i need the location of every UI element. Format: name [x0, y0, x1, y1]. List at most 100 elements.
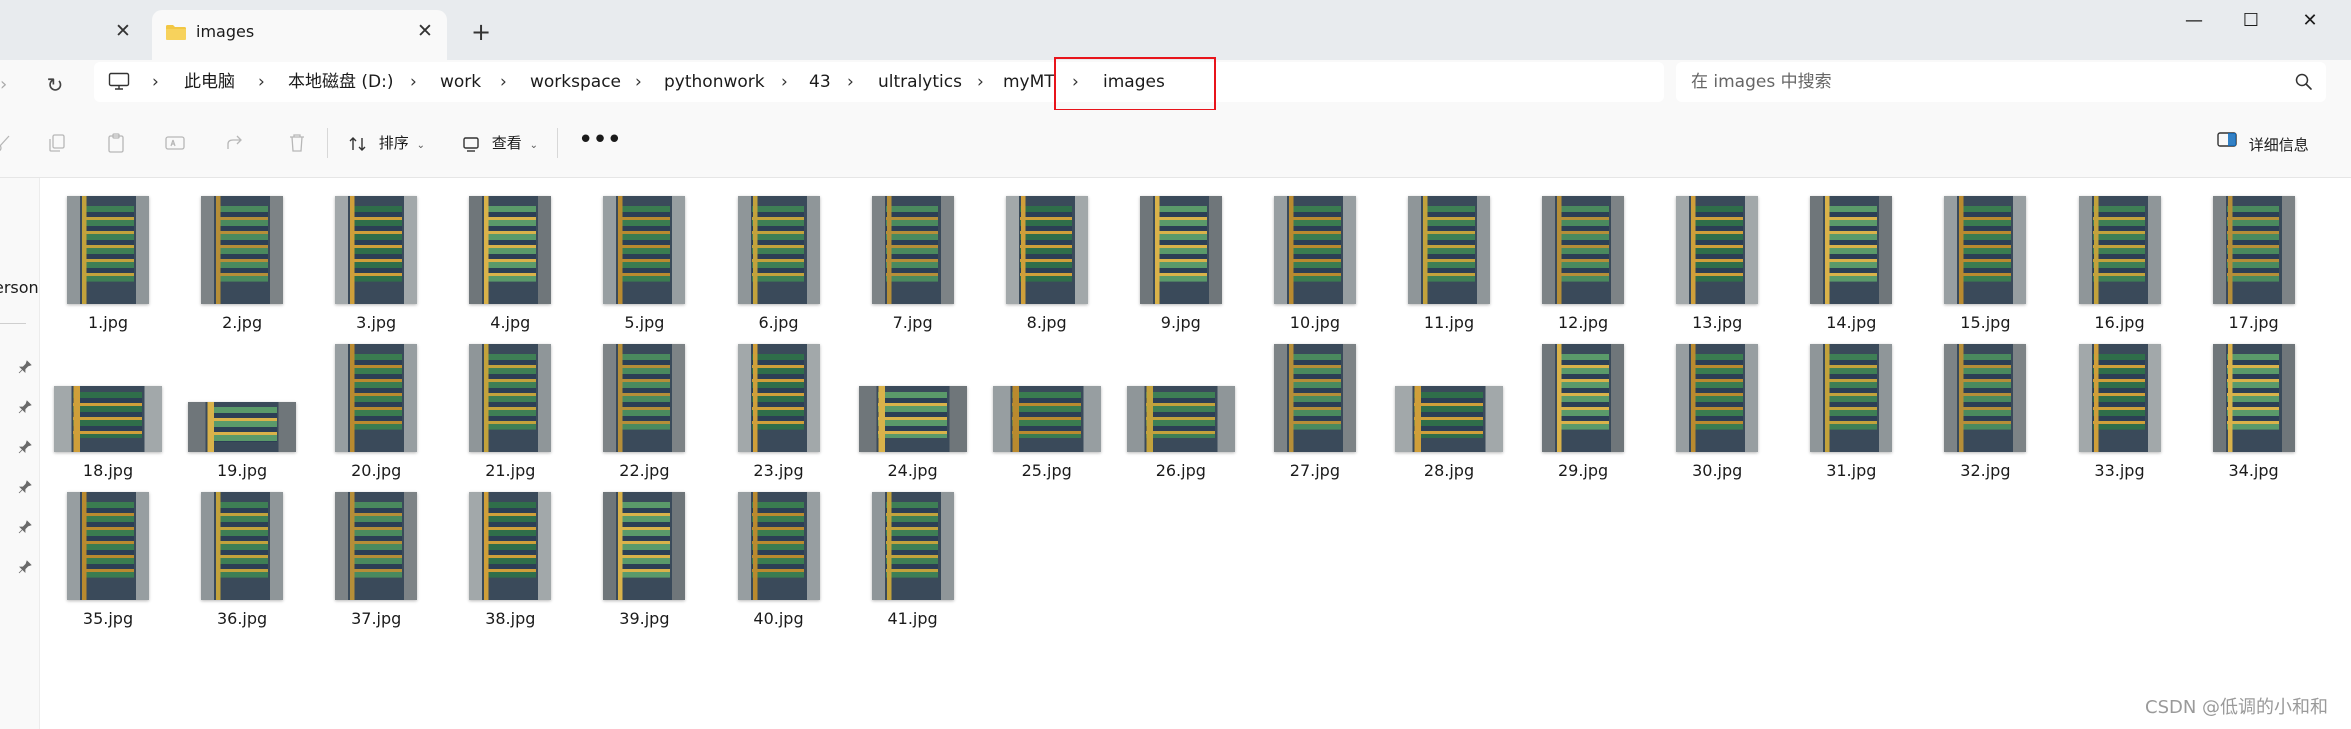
pin-icon[interactable]	[18, 360, 32, 374]
image-thumbnail[interactable]	[603, 492, 686, 600]
breadcrumb-work[interactable]: work	[440, 70, 481, 94]
image-thumbnail[interactable]	[1944, 196, 2027, 304]
image-thumbnail[interactable]	[603, 344, 686, 452]
image-thumbnail[interactable]	[1139, 196, 1222, 304]
address-bar[interactable]: › 此电脑 › 本地磁盘 (D:) › work › workspace › p…	[94, 62, 1664, 102]
file-item[interactable]: 14.jpg	[1784, 193, 1918, 338]
file-item[interactable]: 15.jpg	[1918, 193, 2052, 338]
file-item[interactable]: 20.jpg	[309, 341, 443, 486]
file-item[interactable]: 10.jpg	[1248, 193, 1382, 338]
image-thumbnail[interactable]	[2212, 196, 2295, 304]
chevron-right-icon[interactable]: ›	[410, 70, 417, 94]
new-tab-button[interactable]: +	[468, 19, 494, 45]
paste-icon[interactable]	[105, 132, 127, 154]
file-item[interactable]: 12.jpg	[1516, 193, 1650, 338]
image-thumbnail[interactable]	[1273, 196, 1356, 304]
file-item[interactable]: 41.jpg	[846, 489, 980, 634]
image-thumbnail[interactable]	[737, 196, 820, 304]
file-item[interactable]: 24.jpg	[846, 341, 980, 486]
file-item[interactable]: 38.jpg	[443, 489, 577, 634]
image-thumbnail[interactable]	[1542, 196, 1625, 304]
forward-button[interactable]: ›	[0, 74, 14, 96]
chevron-right-icon[interactable]: ›	[258, 70, 265, 94]
file-item[interactable]: 22.jpg	[577, 341, 711, 486]
search-input[interactable]: 在 images 中搜索	[1676, 62, 2326, 102]
pin-icon[interactable]	[18, 520, 32, 534]
chevron-right-icon[interactable]: ›	[500, 70, 507, 94]
image-thumbnail[interactable]	[737, 492, 820, 600]
details-button[interactable]: 详细信息	[2216, 130, 2309, 156]
file-item[interactable]: 19.jpg	[175, 341, 309, 486]
image-thumbnail[interactable]	[201, 196, 284, 304]
file-item[interactable]: 27.jpg	[1248, 341, 1382, 486]
pin-icon[interactable]	[18, 480, 32, 494]
file-item[interactable]: 33.jpg	[2053, 341, 2187, 486]
view-button[interactable]: 查看 ⌄	[461, 130, 538, 156]
breadcrumb-workspace[interactable]: workspace	[530, 70, 621, 94]
file-item[interactable]: 4.jpg	[443, 193, 577, 338]
file-item[interactable]: 40.jpg	[712, 489, 846, 634]
image-thumbnail[interactable]	[737, 344, 820, 452]
image-thumbnail[interactable]	[871, 492, 954, 600]
file-item[interactable]: 29.jpg	[1516, 341, 1650, 486]
file-item[interactable]: 6.jpg	[712, 193, 846, 338]
file-item[interactable]: 7.jpg	[846, 193, 980, 338]
image-thumbnail[interactable]	[1676, 344, 1759, 452]
breadcrumb-local-disk[interactable]: 本地磁盘 (D:)	[288, 70, 394, 94]
chevron-right-icon[interactable]: ›	[635, 70, 642, 94]
file-item[interactable]: 17.jpg	[2187, 193, 2321, 338]
more-icon[interactable]: •••	[578, 127, 622, 153]
file-item[interactable]: 3.jpg	[309, 193, 443, 338]
file-item[interactable]: 37.jpg	[309, 489, 443, 634]
file-item[interactable]: 16.jpg	[2053, 193, 2187, 338]
rename-icon[interactable]	[164, 132, 186, 154]
delete-icon[interactable]	[286, 132, 308, 154]
file-item[interactable]: 26.jpg	[1114, 341, 1248, 486]
image-thumbnail[interactable]	[2078, 196, 2161, 304]
file-item[interactable]: 2.jpg	[175, 193, 309, 338]
file-item[interactable]: 34.jpg	[2187, 341, 2321, 486]
file-item[interactable]: 18.jpg	[41, 341, 175, 486]
file-item[interactable]: 32.jpg	[1918, 341, 2052, 486]
image-thumbnail[interactable]	[992, 386, 1101, 452]
image-thumbnail[interactable]	[67, 196, 149, 304]
file-item[interactable]: 1.jpg	[41, 193, 175, 338]
image-thumbnail[interactable]	[1810, 196, 1893, 304]
tab-previous[interactable]: ✕	[0, 10, 150, 52]
image-thumbnail[interactable]	[67, 492, 149, 600]
image-thumbnail[interactable]	[1395, 386, 1503, 452]
image-thumbnail[interactable]	[1542, 344, 1625, 452]
file-item[interactable]: 28.jpg	[1382, 341, 1516, 486]
file-item[interactable]: 39.jpg	[577, 489, 711, 634]
file-item[interactable]: 21.jpg	[443, 341, 577, 486]
pin-icon[interactable]	[18, 560, 32, 574]
close-icon[interactable]: ✕	[111, 19, 135, 43]
file-item[interactable]: 30.jpg	[1650, 341, 1784, 486]
image-thumbnail[interactable]	[188, 402, 297, 452]
file-item[interactable]: 11.jpg	[1382, 193, 1516, 338]
maximize-button[interactable]: ☐	[2223, 4, 2279, 38]
file-item[interactable]: 13.jpg	[1650, 193, 1784, 338]
image-thumbnail[interactable]	[871, 196, 954, 304]
image-thumbnail[interactable]	[603, 196, 686, 304]
chevron-right-icon[interactable]: ›	[847, 70, 854, 94]
image-thumbnail[interactable]	[1273, 344, 1356, 452]
file-item[interactable]: 5.jpg	[577, 193, 711, 338]
breadcrumb-mymt[interactable]: myMT	[1003, 70, 1055, 94]
chevron-right-icon[interactable]: ›	[781, 70, 788, 94]
image-thumbnail[interactable]	[54, 386, 162, 452]
image-thumbnail[interactable]	[335, 344, 418, 452]
nav-item-personal[interactable]: erson	[0, 278, 39, 297]
close-icon[interactable]: ✕	[413, 19, 437, 43]
close-window-button[interactable]: ✕	[2282, 4, 2338, 38]
share-icon[interactable]	[224, 132, 246, 154]
image-thumbnail[interactable]	[1676, 196, 1759, 304]
minimize-button[interactable]: —	[2166, 4, 2222, 38]
file-item[interactable]: 9.jpg	[1114, 193, 1248, 338]
image-thumbnail[interactable]	[1408, 196, 1490, 304]
chevron-right-icon[interactable]: ›	[977, 70, 984, 94]
image-thumbnail[interactable]	[469, 344, 552, 452]
breadcrumb-this-pc[interactable]: 此电脑	[184, 70, 235, 94]
breadcrumb-43[interactable]: 43	[809, 70, 831, 94]
chevron-right-icon[interactable]: ›	[152, 70, 159, 94]
